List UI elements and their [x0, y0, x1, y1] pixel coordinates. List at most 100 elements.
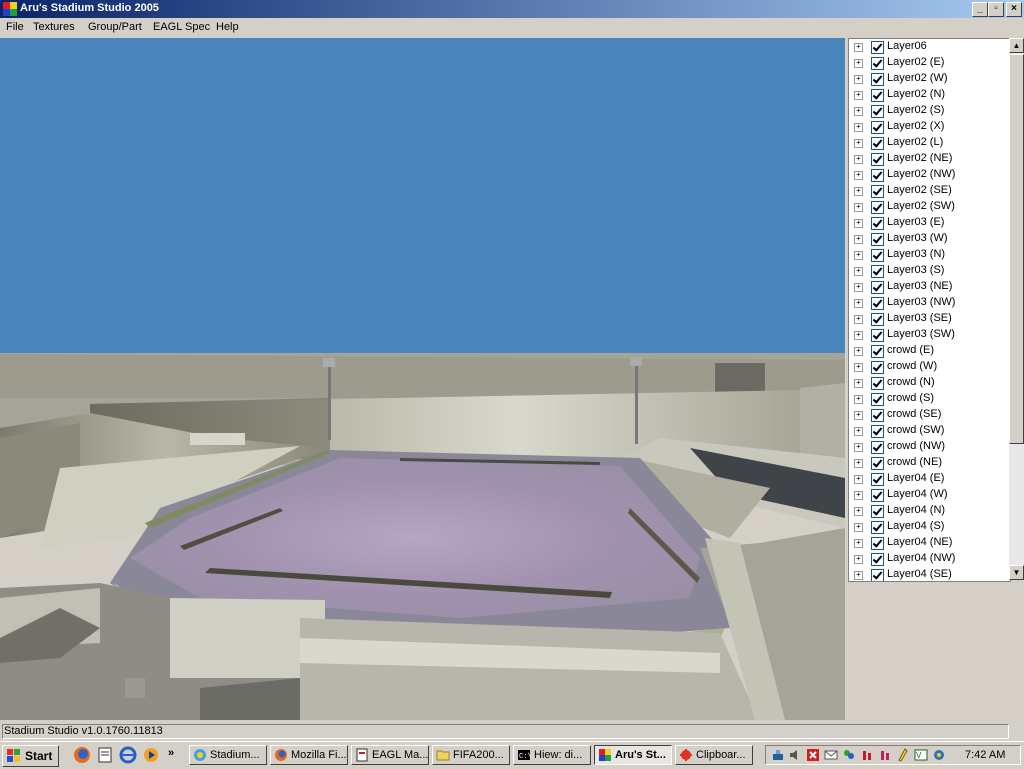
task-hiew[interactable]: C:\ Hiew: di...	[513, 745, 591, 765]
layer-visibility-checkbox[interactable]	[871, 57, 884, 70]
menu-group-part[interactable]: Group/Part	[88, 21, 142, 33]
layer-row[interactable]: + Layer06	[849, 39, 1009, 55]
layer-row[interactable]: + crowd (W)	[849, 359, 1009, 375]
layer-visibility-checkbox[interactable]	[871, 201, 884, 214]
layer-row[interactable]: + Layer02 (X)	[849, 119, 1009, 135]
expand-icon[interactable]: +	[854, 507, 863, 516]
expand-icon[interactable]: +	[854, 299, 863, 308]
firefox-icon[interactable]	[73, 746, 91, 764]
layer-row[interactable]: + Layer04 (NE)	[849, 535, 1009, 551]
layer-visibility-checkbox[interactable]	[871, 505, 884, 518]
layer-row[interactable]: + Layer04 (S)	[849, 519, 1009, 535]
layer-row[interactable]: + crowd (S)	[849, 391, 1009, 407]
layer-row[interactable]: + Layer02 (NW)	[849, 167, 1009, 183]
layer-visibility-checkbox[interactable]	[871, 137, 884, 150]
layer-visibility-checkbox[interactable]	[871, 329, 884, 342]
layer-row[interactable]: + crowd (SE)	[849, 407, 1009, 423]
layer-tree[interactable]: + Layer06 + Layer02 (E) + Layer02 (W) + Layer02…	[848, 38, 1011, 582]
expand-icon[interactable]: +	[854, 43, 863, 52]
layer-visibility-checkbox[interactable]	[871, 537, 884, 550]
expand-icon[interactable]: +	[854, 91, 863, 100]
expand-icon[interactable]: +	[854, 315, 863, 324]
layer-row[interactable]: + crowd (N)	[849, 375, 1009, 391]
layer-row[interactable]: + Layer02 (NE)	[849, 151, 1009, 167]
expand-icon[interactable]: +	[854, 139, 863, 148]
layer-row[interactable]: + Layer02 (E)	[849, 55, 1009, 71]
layer-tree-scrollbar[interactable]: ▲ ▼	[1009, 38, 1024, 580]
menu-eagl-spec[interactable]: EAGL Spec	[153, 21, 210, 33]
expand-icon[interactable]: +	[854, 411, 863, 420]
layer-visibility-checkbox[interactable]	[871, 489, 884, 502]
layer-row[interactable]: + Layer02 (SW)	[849, 199, 1009, 215]
layer-row[interactable]: + Layer02 (L)	[849, 135, 1009, 151]
menu-file[interactable]: File	[6, 21, 24, 33]
layer-row[interactable]: + Layer03 (W)	[849, 231, 1009, 247]
menu-help[interactable]: Help	[216, 21, 239, 33]
start-button[interactable]: Start	[2, 745, 59, 767]
layer-row[interactable]: + Layer02 (SE)	[849, 183, 1009, 199]
task-stadium[interactable]: Stadium...	[189, 745, 267, 765]
expand-icon[interactable]: +	[854, 363, 863, 372]
expand-icon[interactable]: +	[854, 59, 863, 68]
expand-icon[interactable]: +	[854, 251, 863, 260]
expand-icon[interactable]: +	[854, 171, 863, 180]
expand-icon[interactable]: +	[854, 491, 863, 500]
tray-app-icon-2[interactable]	[878, 748, 892, 762]
layer-row[interactable]: + Layer02 (S)	[849, 103, 1009, 119]
layer-visibility-checkbox[interactable]	[871, 153, 884, 166]
layer-row[interactable]: + Layer02 (W)	[849, 71, 1009, 87]
layer-visibility-checkbox[interactable]	[871, 377, 884, 390]
layer-visibility-checkbox[interactable]	[871, 41, 884, 54]
expand-icon[interactable]: +	[854, 187, 863, 196]
expand-icon[interactable]: +	[854, 203, 863, 212]
vc-icon[interactable]: V	[914, 748, 928, 762]
volume-icon[interactable]	[788, 748, 802, 762]
task-mozilla[interactable]: Mozilla Fi...	[270, 745, 348, 765]
expand-icon[interactable]: +	[854, 235, 863, 244]
layer-visibility-checkbox[interactable]	[871, 249, 884, 262]
3d-viewport[interactable]	[0, 38, 845, 720]
layer-visibility-checkbox[interactable]	[871, 361, 884, 374]
app-icon[interactable]	[2, 1, 18, 17]
expand-icon[interactable]: +	[854, 155, 863, 164]
layer-visibility-checkbox[interactable]	[871, 281, 884, 294]
stadium-render[interactable]	[0, 38, 845, 720]
layer-visibility-checkbox[interactable]	[871, 457, 884, 470]
expand-icon[interactable]: +	[854, 427, 863, 436]
expand-icon[interactable]: +	[854, 475, 863, 484]
layer-visibility-checkbox[interactable]	[871, 121, 884, 134]
task-fifa[interactable]: FIFA200...	[432, 745, 510, 765]
layer-row[interactable]: + crowd (SW)	[849, 423, 1009, 439]
layer-visibility-checkbox[interactable]	[871, 473, 884, 486]
tray-app-icon-1[interactable]	[860, 748, 874, 762]
scroll-down-arrow[interactable]: ▼	[1009, 565, 1024, 580]
task-aru-stadium[interactable]: Aru's St...	[594, 745, 672, 765]
power-icon[interactable]	[896, 748, 910, 762]
layer-visibility-checkbox[interactable]	[871, 297, 884, 310]
layer-row[interactable]: + Layer03 (N)	[849, 247, 1009, 263]
layer-visibility-checkbox[interactable]	[871, 521, 884, 534]
maximize-button[interactable]: ▫	[988, 2, 1004, 17]
layer-visibility-checkbox[interactable]	[871, 569, 884, 581]
close-button[interactable]: ×	[1006, 2, 1022, 17]
expand-icon[interactable]: +	[854, 107, 863, 116]
task-clipboard[interactable]: Clipboar...	[675, 745, 753, 765]
layer-visibility-checkbox[interactable]	[871, 185, 884, 198]
expand-icon[interactable]: +	[854, 539, 863, 548]
expand-icon[interactable]: +	[854, 267, 863, 276]
expand-icon[interactable]: +	[854, 331, 863, 340]
layer-visibility-checkbox[interactable]	[871, 265, 884, 278]
expand-icon[interactable]: +	[854, 123, 863, 132]
layer-row[interactable]: + Layer03 (E)	[849, 215, 1009, 231]
layer-row[interactable]: + crowd (E)	[849, 343, 1009, 359]
notepad-icon[interactable]	[96, 746, 114, 764]
layer-row[interactable]: + Layer04 (NW)	[849, 551, 1009, 567]
layer-row[interactable]: + Layer03 (SW)	[849, 327, 1009, 343]
layer-row[interactable]: + Layer03 (NW)	[849, 295, 1009, 311]
layer-row[interactable]: + Layer04 (SE)	[849, 567, 1009, 581]
network-icon[interactable]	[771, 748, 785, 762]
layer-visibility-checkbox[interactable]	[871, 105, 884, 118]
mail-icon[interactable]	[824, 748, 838, 762]
task-eagl[interactable]: EAGL Ma...	[351, 745, 429, 765]
expand-icon[interactable]: +	[854, 347, 863, 356]
